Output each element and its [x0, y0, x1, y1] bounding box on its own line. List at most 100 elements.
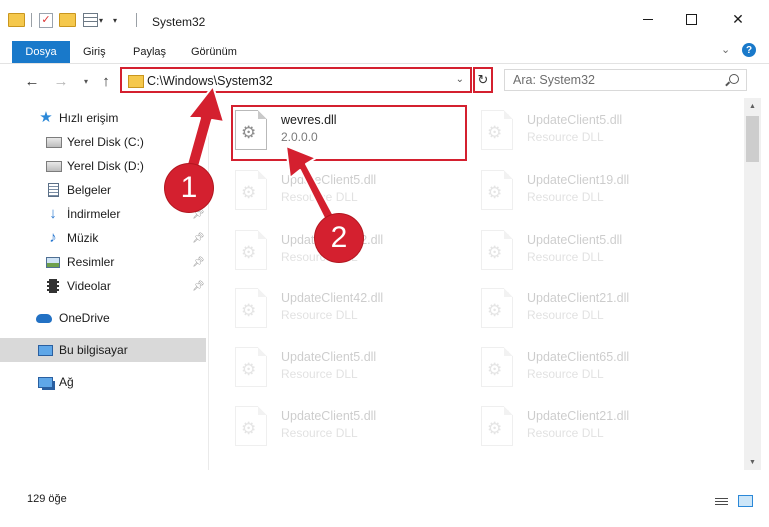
title-bar: ✓ ▾ ▾ System32 ✕ [0, 0, 769, 38]
dropdown-arrow-icon[interactable]: ▾ [99, 12, 103, 28]
onedrive-icon [36, 311, 52, 325]
sidebar-item-label: Videolar [67, 279, 111, 293]
callout-badge-2: 2 [315, 214, 363, 262]
sidebar-item-local-disk-c[interactable]: Yerel Disk (C:) [0, 130, 206, 154]
details-view-button[interactable] [713, 494, 730, 508]
forward-arrow-icon[interactable]: → [51, 71, 71, 91]
dll-file-icon [235, 288, 267, 328]
dll-file-icon [481, 230, 513, 270]
file-item[interactable]: UpdateClient42.dll Resource DLL [233, 284, 463, 340]
maximize-button[interactable] [668, 0, 714, 38]
sidebar-item-label: Müzik [67, 231, 99, 245]
file-item[interactable]: UpdateClient65.dll Resource DLL [479, 343, 709, 399]
details-view-icon [714, 494, 729, 508]
ribbon-tabs: Dosya Giriş Paylaş Görünüm ⌄ ? [0, 38, 769, 64]
sidebar-item-onedrive[interactable]: OneDrive [0, 306, 206, 330]
back-arrow-icon[interactable]: ← [22, 71, 42, 91]
pin-icon[interactable]: 📌︎ [192, 281, 205, 292]
tab-view[interactable]: Görünüm [191, 42, 237, 62]
pictures-icon [45, 255, 61, 269]
sidebar-item-music[interactable]: ♪ Müzik 📌︎ [0, 226, 206, 250]
file-item[interactable]: UpdateClient5.dll Resource DLL [479, 106, 709, 162]
close-button[interactable]: ✕ [715, 0, 761, 38]
sidebar-item-label: Yerel Disk (C:) [67, 135, 144, 149]
highlight-box [231, 105, 467, 161]
dll-file-icon [235, 406, 267, 446]
search-placeholder: Ara: System32 [513, 73, 595, 87]
window-title: System32 [152, 15, 206, 29]
sidebar-item-label: Bu bilgisayar [59, 343, 128, 357]
tab-file[interactable]: Dosya [12, 41, 70, 63]
properties-icon[interactable] [83, 12, 98, 28]
expand-ribbon-icon[interactable]: ⌄ [721, 43, 730, 56]
sidebar-item-this-pc[interactable]: Bu bilgisayar [0, 338, 206, 362]
checkmark-icon[interactable]: ✓ [39, 12, 53, 28]
drive-icon [46, 135, 62, 149]
file-name: UpdateClient5.dll [281, 350, 377, 364]
dll-file-icon [481, 347, 513, 387]
vertical-scrollbar[interactable]: ▲ ▼ [744, 98, 761, 470]
new-folder-icon[interactable] [59, 12, 76, 28]
dll-file-icon [235, 230, 267, 270]
large-icons-view-button[interactable] [737, 494, 754, 508]
file-name: UpdateClient21.dll [527, 409, 630, 423]
file-item[interactable]: UpdateClient5.dll Resource DLL [233, 166, 463, 222]
file-name: UpdateClient21.dll [527, 291, 630, 305]
navigation-pane: ★ Hızlı erişim Yerel Disk (C:) Yerel Dis… [0, 98, 209, 470]
search-icon [729, 74, 739, 84]
dll-file-icon [481, 406, 513, 446]
scroll-up-icon[interactable]: ▲ [744, 98, 761, 114]
dll-file-icon [235, 170, 267, 210]
search-input[interactable]: Ara: System32 [504, 69, 747, 91]
this-pc-icon [37, 343, 53, 357]
file-list: wevres.dll 2.0.0.0 UpdateClient5.dll Res… [209, 98, 744, 470]
file-type: Resource DLL [527, 130, 604, 144]
sidebar-item-videos[interactable]: Videolar 📌︎ [0, 274, 206, 298]
sidebar-item-label: Yerel Disk (D:) [67, 159, 144, 173]
file-type: Resource DLL [527, 250, 604, 264]
toolbar-separator [31, 13, 32, 27]
file-type: Resource DLL [281, 367, 358, 381]
refresh-icon: ↻ [477, 72, 489, 87]
address-path[interactable]: C:\Windows\System32 [147, 74, 273, 88]
file-item[interactable]: UpdateClient5.dll Resource DLL [233, 343, 463, 399]
minimize-button[interactable] [625, 0, 671, 38]
file-name: UpdateClient42.dll [281, 291, 384, 305]
scroll-down-icon[interactable]: ▼ [744, 454, 761, 470]
file-name: UpdateClient19.dll [527, 173, 630, 187]
recent-locations-icon[interactable]: ▾ [76, 71, 96, 91]
file-type: Resource DLL [527, 426, 604, 440]
file-item[interactable]: UpdateClient21.dll Resource DLL [479, 284, 709, 340]
address-bar[interactable]: C:\Windows\System32 ⌄ [120, 67, 472, 93]
documents-icon [45, 183, 61, 197]
file-item[interactable]: UpdateClient5.dll Resource DLL [479, 226, 709, 282]
large-icons-view-icon [738, 495, 753, 507]
file-item[interactable]: UpdateClient21.dll Resource DLL [479, 402, 709, 458]
maximize-icon [685, 13, 697, 25]
refresh-button[interactable]: ↻ [473, 67, 493, 93]
address-dropdown-icon[interactable]: ⌄ [456, 74, 464, 85]
file-type: Resource DLL [281, 190, 358, 204]
file-explorer-window: ✓ ▾ ▾ System32 ✕ Dosya Giriş Paylaş Görü… [0, 0, 769, 527]
help-button[interactable]: ? [742, 43, 756, 57]
file-item[interactable]: UpdateClient5.dll Resource DLL [233, 402, 463, 458]
sidebar-item-label: İndirmeler [67, 207, 121, 221]
pin-icon[interactable]: 📌︎ [192, 233, 205, 244]
folder-icon [128, 75, 144, 88]
minimize-icon [643, 18, 653, 20]
tab-home[interactable]: Giriş [83, 42, 106, 62]
scrollbar-thumb[interactable] [746, 116, 759, 162]
tab-share[interactable]: Paylaş [133, 42, 166, 62]
customize-toolbar-icon[interactable]: ▾ [113, 12, 117, 28]
music-icon: ♪ [49, 229, 57, 246]
file-item[interactable]: UpdateClient19.dll Resource DLL [479, 166, 709, 222]
sidebar-item-quick-access[interactable]: ★ Hızlı erişim [0, 106, 206, 130]
pin-icon[interactable]: 📌︎ [192, 257, 205, 268]
sidebar-item-label: Belgeler [67, 183, 112, 197]
sidebar-item-network[interactable]: Ağ [0, 370, 206, 394]
up-arrow-icon[interactable]: ↑ [96, 71, 116, 91]
sidebar-item-pictures[interactable]: Resimler 📌︎ [0, 250, 206, 274]
sidebar-item-label: Hızlı erişim [59, 111, 119, 125]
file-name: UpdateClient5.dll [527, 233, 623, 247]
drive-icon [46, 159, 62, 173]
